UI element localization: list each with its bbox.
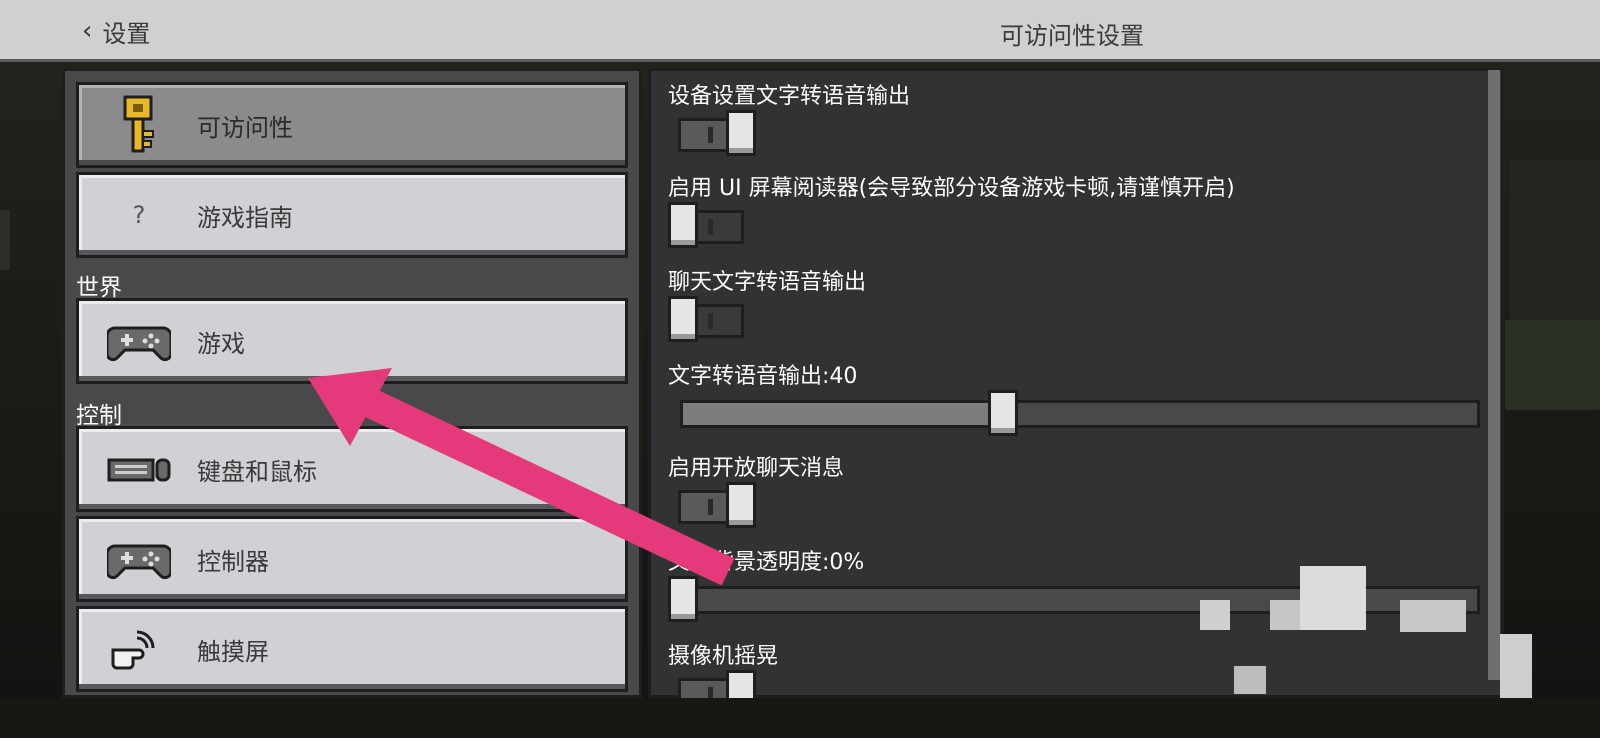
blur-artifact <box>1500 634 1532 698</box>
open-chat-label: 启用开放聊天消息 <box>668 456 845 481</box>
slider-knob[interactable] <box>988 390 1018 436</box>
chat-tts-label: 聊天文字转语音输出 <box>668 270 867 295</box>
page-title: 可访问性设置 <box>1000 22 1144 50</box>
toggle-tick <box>708 313 713 329</box>
sidebar-item-label: 游戏 <box>197 329 245 358</box>
sidebar-item-accessibility[interactable]: 可访问性 <box>76 82 628 168</box>
background-detail <box>0 210 10 270</box>
tts-volume-label: 文字转语音输出:40 <box>668 364 858 389</box>
toggle-knob <box>726 670 756 698</box>
blur-artifact <box>1234 666 1266 694</box>
text-bg-opacity-label: 文本背景透明度:0% <box>668 550 865 575</box>
sidebar-item-keyboard-mouse[interactable]: 键盘和鼠标 <box>76 426 628 512</box>
controller-icon <box>89 529 189 589</box>
slider-knob[interactable] <box>668 576 698 622</box>
touch-icon <box>89 619 189 679</box>
background-detail <box>1510 160 1600 320</box>
sidebar-item-label: 游戏指南 <box>197 203 293 232</box>
toggle-knob <box>668 296 698 342</box>
toggle-knob <box>726 110 756 156</box>
device-tts-toggle[interactable] <box>668 110 756 156</box>
tts-volume-slider[interactable] <box>680 390 1482 436</box>
back-label: 设置 <box>102 19 151 48</box>
sidebar-item-label: 控制器 <box>197 547 269 576</box>
background-detail <box>1505 320 1600 410</box>
keyboard-mouse-icon <box>89 439 189 499</box>
sidebar-item-touchscreen[interactable]: 触摸屏 <box>76 606 628 692</box>
sidebar-item-controller[interactable]: 控制器 <box>76 516 628 602</box>
blur-artifact <box>1270 600 1300 630</box>
camera-shake-toggle[interactable] <box>668 670 756 698</box>
back-button[interactable]: ‹ 设置 <box>82 14 150 48</box>
top-header: ‹ 设置 可访问性设置 <box>0 0 1600 62</box>
toggle-knob <box>668 202 698 248</box>
controller-icon <box>89 311 189 371</box>
device-tts-label: 设备设置文字转语音输出 <box>668 84 911 109</box>
sidebar-item-game[interactable]: 游戏 <box>76 298 628 384</box>
blur-artifact <box>1400 600 1466 632</box>
sidebar-item-label: 可访问性 <box>197 113 293 142</box>
open-chat-toggle[interactable] <box>668 482 756 528</box>
key-icon <box>89 95 189 155</box>
question-glyph: ? <box>132 201 146 229</box>
toggle-tick <box>708 127 713 143</box>
section-label-world: 世界 <box>76 275 122 301</box>
toggle-tick <box>708 219 713 235</box>
ui-reader-toggle[interactable] <box>668 202 756 248</box>
section-label-controls: 控制 <box>76 403 122 429</box>
sidebar-item-label: 触摸屏 <box>197 637 269 666</box>
question-icon: ? <box>89 185 189 245</box>
camera-shake-label: 摄像机摇晃 <box>668 644 779 669</box>
toggle-knob <box>726 482 756 528</box>
scrollbar[interactable] <box>1488 70 1500 680</box>
chat-tts-toggle[interactable] <box>668 296 756 342</box>
bottom-background <box>0 698 1600 738</box>
sidebar-item-game-guide[interactable]: ? 游戏指南 <box>76 172 628 258</box>
ui-reader-label: 启用 UI 屏幕阅读器(会导致部分设备游戏卡顿,请谨慎开启) <box>668 176 1235 201</box>
toggle-tick <box>708 687 713 698</box>
sidebar-item-label: 键盘和鼠标 <box>197 457 317 486</box>
toggle-tick <box>708 499 713 515</box>
blur-artifact <box>1300 566 1366 630</box>
blur-artifact <box>1200 600 1230 630</box>
slider-fill <box>683 403 991 425</box>
chevron-left-icon: ‹ <box>82 16 93 46</box>
